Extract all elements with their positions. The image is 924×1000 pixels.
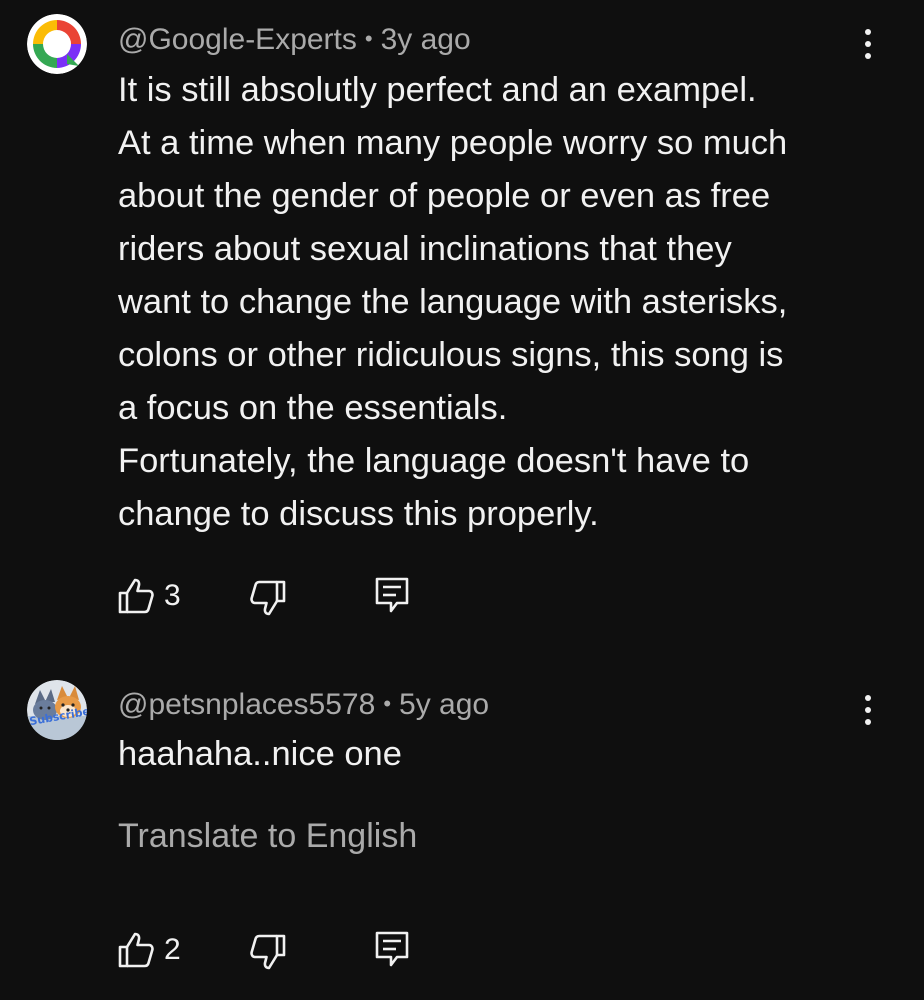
more-vert-icon-dot bbox=[865, 29, 871, 35]
thumbs-down-icon bbox=[250, 934, 286, 970]
comment-thread-2: Subscribe @petsnplaces5578 • 5y ago haahah… bbox=[0, 640, 924, 1000]
more-vert-icon-dot bbox=[865, 41, 871, 47]
comment-line: colons or other ridiculous signs, this s… bbox=[118, 336, 784, 374]
comment-line: change to discuss this properly. bbox=[118, 495, 599, 533]
thumbs-down-icon bbox=[250, 580, 286, 616]
comment-meta: @Google-Experts • 3y ago bbox=[118, 21, 471, 58]
comment-line: riders about sexual inclinations that th… bbox=[118, 230, 732, 268]
comment-line: It is still absolutly perfect and an exa… bbox=[118, 71, 757, 109]
comment-line: haahaha..nice one bbox=[118, 735, 402, 773]
comment-line: want to change the language with asteris… bbox=[118, 283, 788, 321]
comment-text: haahaha..nice one bbox=[118, 728, 898, 781]
reply-button[interactable] bbox=[374, 930, 410, 970]
author-name[interactable]: @Google-Experts bbox=[118, 23, 357, 56]
dislike-button[interactable] bbox=[248, 932, 288, 972]
dislike-button[interactable] bbox=[248, 578, 288, 618]
more-vert-icon-dot bbox=[865, 695, 871, 701]
more-vert-icon-dot bbox=[865, 53, 871, 59]
meta-separator: • bbox=[383, 691, 392, 716]
translate-button[interactable]: Translate to English bbox=[118, 816, 417, 856]
author-avatar[interactable]: Subscribe bbox=[27, 680, 87, 740]
reply-button[interactable] bbox=[374, 576, 410, 616]
comment-line: Fortunately, the language doesn't have t… bbox=[118, 442, 750, 480]
comment-line: At a time when many people worry so much bbox=[118, 124, 788, 162]
more-vert-icon-dot bbox=[865, 707, 871, 713]
author-avatar[interactable] bbox=[27, 14, 87, 74]
comment-time: 5y ago bbox=[399, 688, 490, 721]
comment-line: a focus on the essentials. bbox=[118, 389, 508, 427]
reply-icon bbox=[375, 931, 409, 967]
meta-separator: • bbox=[364, 26, 373, 51]
author-name[interactable]: @petsnplaces5578 bbox=[118, 688, 375, 721]
like-count: 3 bbox=[164, 579, 181, 612]
comment-meta: @petsnplaces5578 • 5y ago bbox=[118, 686, 489, 723]
more-options-button[interactable] bbox=[846, 688, 890, 732]
ring-logo-avatar-icon bbox=[27, 14, 87, 74]
like-count: 2 bbox=[164, 933, 181, 966]
reply-icon bbox=[375, 577, 409, 613]
comment-text: It is still absolutly perfect and an exa… bbox=[118, 64, 898, 541]
comment-actions: 3 bbox=[0, 576, 924, 626]
comment-line: about the gender of people or even as fr… bbox=[118, 177, 771, 215]
thumbs-up-icon bbox=[118, 578, 154, 614]
comment-thread-1: @Google-Experts • 3y ago It is still absol… bbox=[0, 0, 924, 640]
thumbs-up-icon bbox=[118, 932, 154, 968]
more-options-button[interactable] bbox=[846, 22, 890, 66]
more-vert-icon-dot bbox=[865, 719, 871, 725]
like-button[interactable] bbox=[116, 930, 156, 970]
comment-time: 3y ago bbox=[380, 23, 471, 56]
like-button[interactable] bbox=[116, 576, 156, 616]
comment-actions: 2 bbox=[0, 930, 924, 980]
